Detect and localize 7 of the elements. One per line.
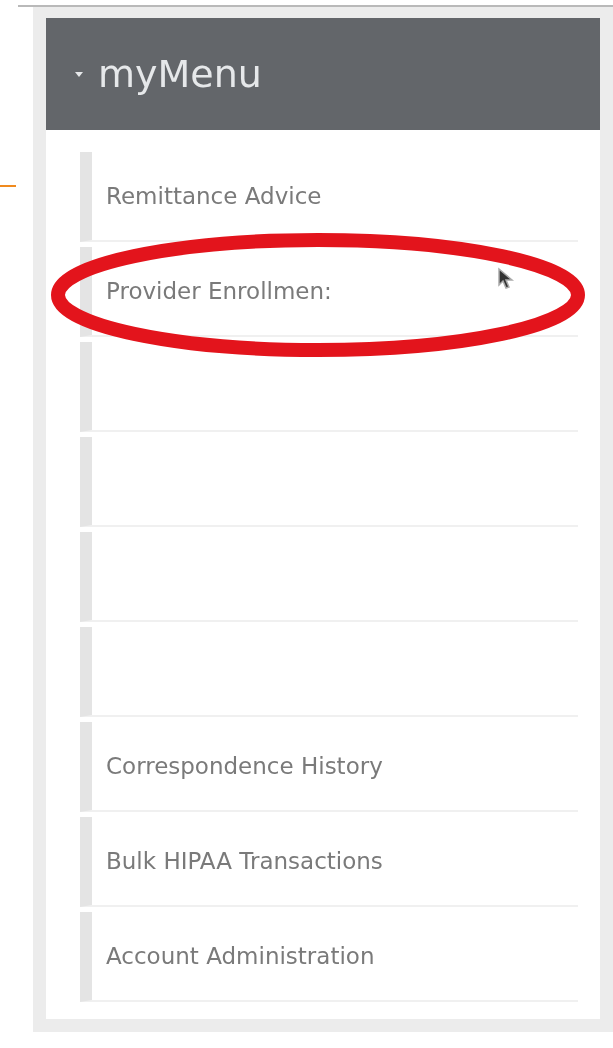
- menu-item[interactable]: Correspondence History: [106, 753, 383, 779]
- menu-item[interactable]: Bulk HIPAA Transactions: [106, 848, 383, 874]
- menu-title: myMenu: [98, 52, 262, 96]
- menu-item[interactable]: Remittance Advice: [106, 183, 322, 209]
- menu-header[interactable]: myMenu: [46, 18, 600, 130]
- menu-item[interactable]: Account Administration: [106, 943, 375, 969]
- menu-item[interactable]: Provider Enrollmen:: [106, 278, 332, 304]
